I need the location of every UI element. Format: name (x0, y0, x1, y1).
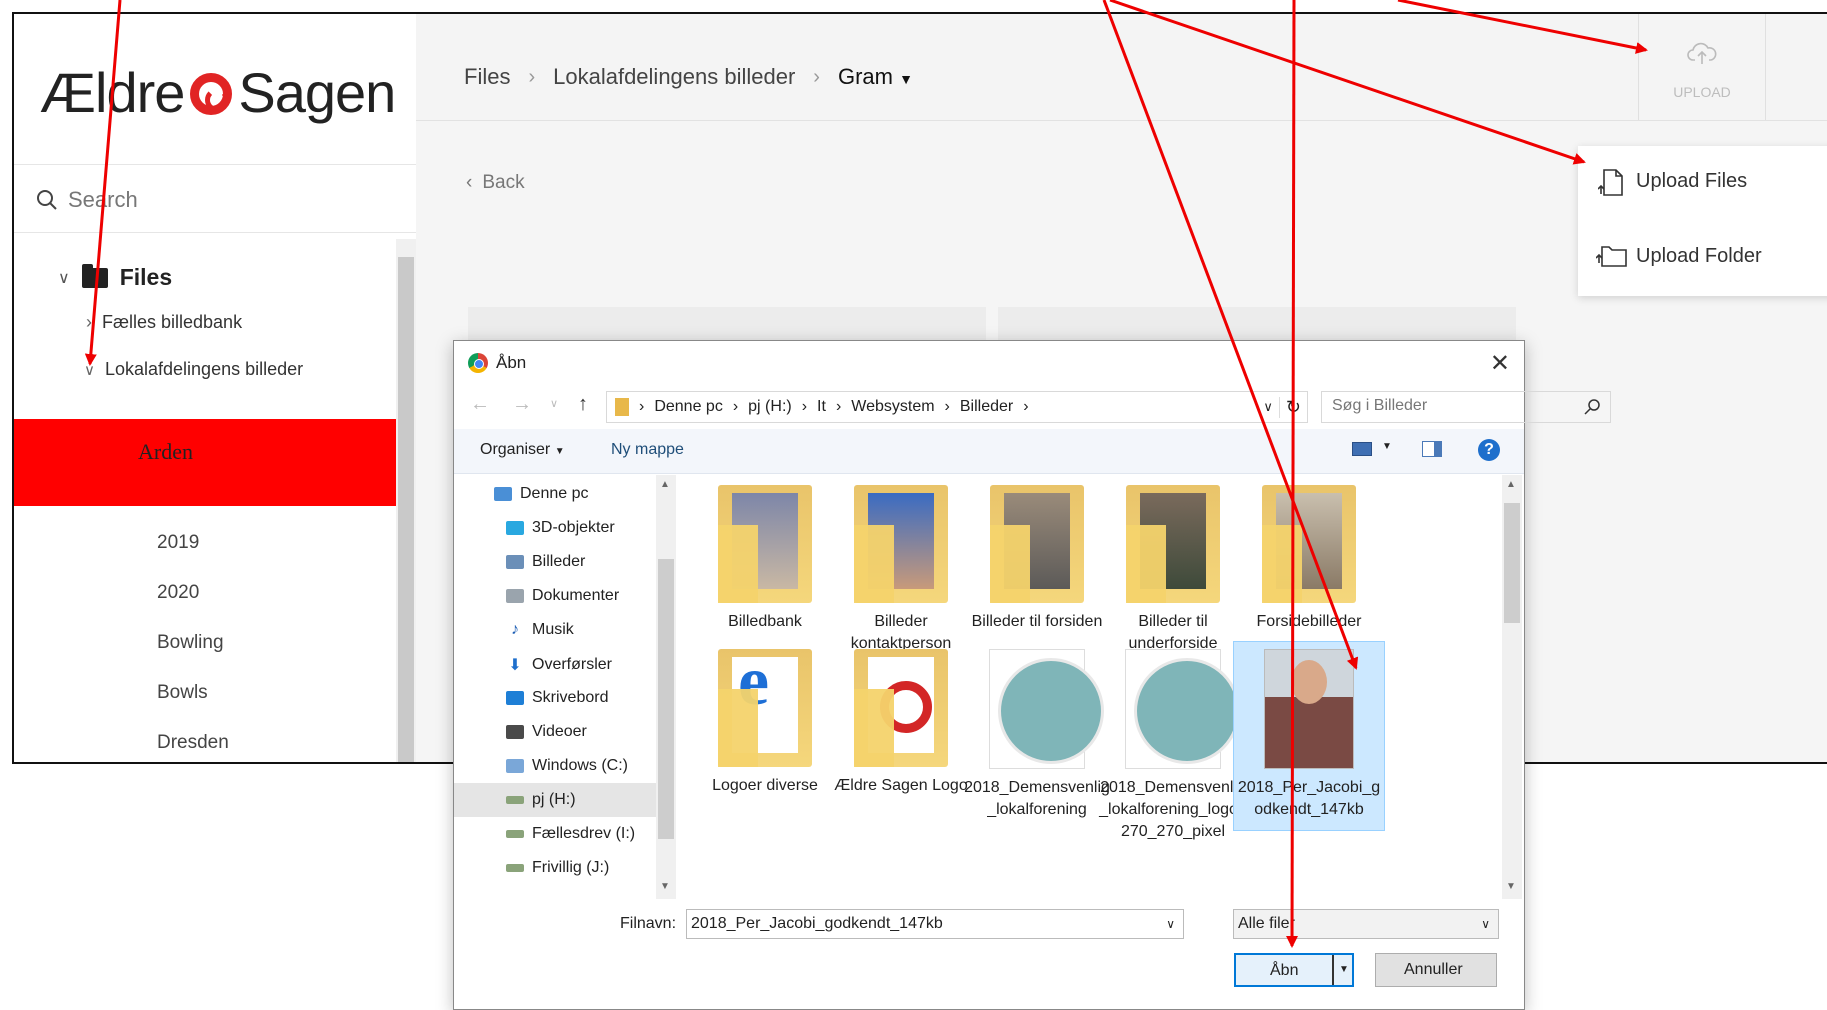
annotation-arrow (1286, 0, 1299, 948)
annotation-arrow (1102, 0, 1359, 670)
annotation-arrow (1397, 0, 1648, 54)
annotation-arrows (84, 0, 1648, 948)
annotation-arrow (84, 0, 122, 366)
